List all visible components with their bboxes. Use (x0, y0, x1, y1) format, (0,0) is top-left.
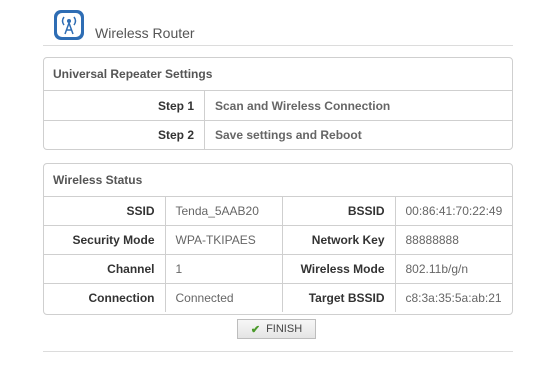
security-mode-value: WPA-TKIPAES (165, 225, 283, 255)
bssid-label: BSSID (282, 197, 396, 226)
finish-button[interactable]: ✔ FINISH (237, 319, 316, 339)
router-antenna-icon (54, 10, 84, 40)
wireless-status-panel: Wireless Status SSID Tenda_5AAB20 BSSID … (43, 163, 513, 315)
universal-repeater-panel: Universal Repeater Settings Step 1 Scan … (43, 57, 513, 150)
network-key-value: 88888888 (395, 225, 512, 255)
step-2-description: Save settings and Reboot (215, 128, 362, 142)
table-row: Security Mode WPA-TKIPAES Network Key 88… (44, 225, 512, 255)
wireless-mode-value: 802.11b/g/n (395, 254, 512, 284)
table-row[interactable]: Step 2 Save settings and Reboot (44, 120, 512, 149)
table-row: SSID Tenda_5AAB20 BSSID 00:86:41:70:22:4… (44, 197, 512, 226)
header: Wireless Router (43, 9, 513, 46)
panel-title: Wireless Status (44, 164, 512, 197)
ssid-value: Tenda_5AAB20 (165, 197, 283, 226)
wireless-mode-label: Wireless Mode (282, 254, 396, 284)
finish-button-label: FINISH (266, 323, 303, 335)
footer-divider (43, 351, 513, 352)
bssid-value: 00:86:41:70:22:49 (395, 197, 512, 226)
step-1-label: Step 1 (44, 91, 205, 121)
step-1-description: Scan and Wireless Connection (204, 91, 512, 121)
table-row[interactable]: Step 1 Scan and Wireless Connection (44, 91, 512, 121)
channel-value: 1 (165, 254, 283, 284)
security-mode-label: Security Mode (44, 225, 166, 255)
repeater-steps-table: Step 1 Scan and Wireless Connection Step… (44, 91, 512, 149)
panel-title: Universal Repeater Settings (44, 58, 512, 91)
target-bssid-label: Target BSSID (282, 283, 396, 312)
table-row: Channel 1 Wireless Mode 802.11b/g/n (44, 254, 512, 284)
connection-value: Connected (165, 283, 283, 312)
channel-label: Channel (44, 254, 166, 284)
app-title: Wireless Router (95, 25, 195, 41)
target-bssid-value: c8:3a:35:5a:ab:21 (405, 291, 502, 305)
network-key-label: Network Key (282, 225, 396, 255)
connection-label: Connection (44, 283, 166, 312)
step-2-label: Step 2 (44, 120, 205, 149)
checkmark-icon: ✔ (250, 323, 261, 336)
ssid-label: SSID (44, 197, 166, 226)
wireless-status-table: SSID Tenda_5AAB20 BSSID 00:86:41:70:22:4… (44, 197, 512, 312)
table-row: Connection Connected Target BSSID c8:3a:… (44, 283, 512, 312)
